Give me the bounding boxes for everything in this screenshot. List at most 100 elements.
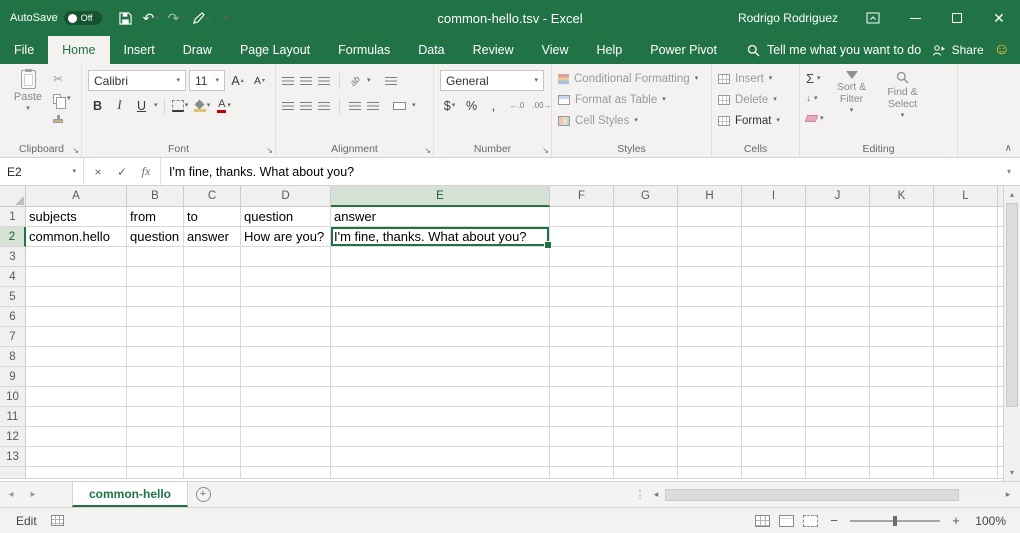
cell-D7[interactable] — [241, 327, 331, 347]
scroll-right-icon[interactable]: ▸ — [1000, 489, 1016, 500]
next-sheet-button[interactable]: ▸ — [22, 482, 44, 507]
cell-E5[interactable] — [331, 287, 550, 307]
cell-J5[interactable] — [806, 287, 870, 307]
decrease-decimal-button[interactable]: .00→ — [531, 96, 553, 116]
format-cells-button[interactable]: Format▾ — [718, 110, 793, 131]
cell-I14[interactable] — [742, 467, 806, 479]
column-header-L[interactable]: L — [934, 186, 998, 207]
cell-G13[interactable] — [614, 447, 678, 467]
font-color-button[interactable]: A▾ — [215, 96, 234, 116]
cell-I8[interactable] — [742, 347, 806, 367]
cell-A5[interactable] — [26, 287, 127, 307]
cell-E14[interactable] — [331, 467, 550, 479]
sheet-tab-common-hello[interactable]: common-hello — [72, 482, 188, 507]
share-button[interactable]: Share — [932, 36, 990, 64]
cell-D13[interactable] — [241, 447, 331, 467]
vertical-scroll-thumb[interactable] — [1006, 203, 1018, 407]
tell-me-input[interactable]: Tell me what you want to do — [747, 36, 921, 64]
cell-G10[interactable] — [614, 387, 678, 407]
cell-A11[interactable] — [26, 407, 127, 427]
cell-H11[interactable] — [678, 407, 742, 427]
merge-center-icon[interactable] — [393, 102, 406, 110]
expand-formula-bar-button[interactable]: ▾ — [998, 158, 1020, 185]
cell-B11[interactable] — [127, 407, 184, 427]
cell-D8[interactable] — [241, 347, 331, 367]
cell-G8[interactable] — [614, 347, 678, 367]
tab-home[interactable]: Home — [48, 36, 109, 64]
cell-B2[interactable]: question — [127, 227, 184, 247]
alignment-dialog-launcher[interactable]: ↘ — [424, 147, 431, 155]
horizontal-scrollbar[interactable]: ◂ ▸ — [648, 482, 1020, 507]
cell-C4[interactable] — [184, 267, 241, 287]
cell-J13[interactable] — [806, 447, 870, 467]
redo-button[interactable]: ↷▾ — [164, 5, 188, 31]
orientation-icon[interactable]: ab — [347, 73, 363, 89]
enter-button[interactable]: ✓ — [110, 165, 134, 179]
align-left-icon[interactable] — [282, 102, 294, 110]
cell-G5[interactable] — [614, 287, 678, 307]
cell-F11[interactable] — [550, 407, 614, 427]
cell-C3[interactable] — [184, 247, 241, 267]
cell-L1[interactable] — [934, 207, 998, 227]
cell-I10[interactable] — [742, 387, 806, 407]
cell-G1[interactable] — [614, 207, 678, 227]
cell-D12[interactable] — [241, 427, 331, 447]
cell-I11[interactable] — [742, 407, 806, 427]
cell-E10[interactable] — [331, 387, 550, 407]
close-button[interactable]: ✕ — [978, 0, 1020, 36]
cell-K11[interactable] — [870, 407, 934, 427]
bold-button[interactable]: B — [88, 96, 107, 116]
cell-E8[interactable] — [331, 347, 550, 367]
horizontal-scroll-thumb[interactable] — [665, 489, 959, 501]
find-select-button[interactable]: Find & Select▾ — [880, 68, 926, 126]
cell-F7[interactable] — [550, 327, 614, 347]
customize-qat-button[interactable]: ▾ — [214, 5, 238, 31]
cell-C2[interactable]: answer — [184, 227, 241, 247]
column-header-E[interactable]: E — [331, 186, 550, 207]
cell-E13[interactable] — [331, 447, 550, 467]
clear-button[interactable]: ▾ — [806, 111, 824, 126]
insert-function-button[interactable]: fx — [134, 164, 158, 179]
delete-cells-button[interactable]: Delete▾ — [718, 89, 793, 110]
cell-G2[interactable] — [614, 227, 678, 247]
cell-G11[interactable] — [614, 407, 678, 427]
zoom-in-button[interactable]: + — [949, 513, 963, 528]
cell-C6[interactable] — [184, 307, 241, 327]
cell-J10[interactable] — [806, 387, 870, 407]
cell-J11[interactable] — [806, 407, 870, 427]
font-size-select[interactable]: 11▾ — [189, 70, 225, 91]
increase-decimal-button[interactable]: ←.0 — [506, 96, 528, 116]
autosum-button[interactable]: Σ▾ — [806, 71, 824, 86]
cell-E7[interactable] — [331, 327, 550, 347]
cell-J1[interactable] — [806, 207, 870, 227]
cell-K4[interactable] — [870, 267, 934, 287]
sort-filter-button[interactable]: Sort & Filter▾ — [829, 68, 875, 126]
cell-F4[interactable] — [550, 267, 614, 287]
cell-K7[interactable] — [870, 327, 934, 347]
format-as-table-button[interactable]: Format as Table▾ — [558, 89, 705, 110]
increase-indent-icon[interactable] — [367, 102, 379, 110]
insert-cells-button[interactable]: Insert▾ — [718, 68, 793, 89]
cell-H8[interactable] — [678, 347, 742, 367]
cell-E6[interactable] — [331, 307, 550, 327]
cell-E12[interactable] — [331, 427, 550, 447]
cell-L12[interactable] — [934, 427, 998, 447]
decrease-indent-icon[interactable] — [349, 102, 361, 110]
cell-A9[interactable] — [26, 367, 127, 387]
row-header-1[interactable]: 1 — [0, 207, 26, 227]
top-align-icon[interactable] — [282, 77, 294, 85]
cell-H12[interactable] — [678, 427, 742, 447]
row-header-12[interactable]: 12 — [0, 427, 26, 447]
cell-B3[interactable] — [127, 247, 184, 267]
row-header-11[interactable]: 11 — [0, 407, 26, 427]
cell-K12[interactable] — [870, 427, 934, 447]
cell-F14[interactable] — [550, 467, 614, 479]
column-header-K[interactable]: K — [870, 186, 934, 207]
collapse-ribbon-button[interactable]: ∧ — [1005, 143, 1012, 154]
cell-I7[interactable] — [742, 327, 806, 347]
tab-insert[interactable]: Insert — [110, 36, 169, 64]
fill-button[interactable]: ↓▾ — [806, 91, 824, 106]
cell-J8[interactable] — [806, 347, 870, 367]
wrap-text-icon[interactable] — [385, 77, 397, 85]
cell-I2[interactable] — [742, 227, 806, 247]
